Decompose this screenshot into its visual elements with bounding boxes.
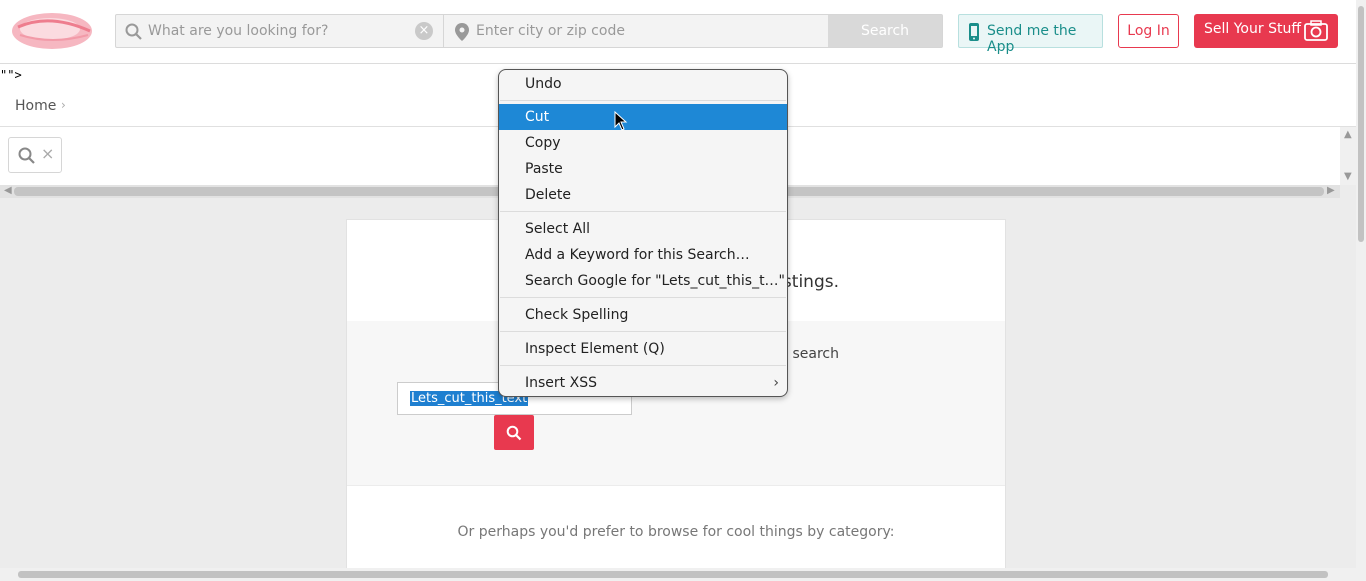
menu-label: Insert XSS — [525, 375, 597, 391]
search-bar: What are you looking for? × Enter city o… — [115, 14, 943, 48]
clear-icon[interactable]: × — [415, 22, 433, 40]
keyword-search-input[interactable]: What are you looking for? × — [116, 15, 444, 47]
menu-item-add-keyword[interactable]: Add a Keyword for this Search… — [499, 242, 787, 268]
scroll-right-icon[interactable]: ▶ — [1327, 185, 1335, 196]
retry-search-button[interactable] — [494, 415, 534, 450]
menu-item-search-google[interactable]: Search Google for "Lets_cut_this_t…" — [499, 268, 787, 294]
inner-vertical-scrollbar[interactable]: ▲ ▼ — [1340, 127, 1356, 185]
filter-search-box[interactable]: × — [8, 137, 62, 173]
login-button[interactable]: Log In — [1118, 14, 1179, 48]
menu-item-cut[interactable]: Cut — [499, 104, 787, 130]
context-menu: Undo Cut Copy Paste Delete Select All Ad… — [498, 69, 788, 397]
stray-text: ""> — [0, 68, 22, 82]
menu-separator — [500, 100, 786, 101]
logo-icon[interactable] — [10, 5, 94, 53]
sell-stuff-button[interactable]: Sell Your Stuff — [1194, 14, 1338, 48]
menu-label: Cut — [525, 109, 550, 125]
keyword-placeholder: What are you looking for? — [148, 23, 329, 39]
scroll-down-icon[interactable]: ▼ — [1344, 171, 1352, 182]
page-horizontal-scroll-thumb[interactable] — [18, 571, 1328, 578]
scroll-up-icon[interactable]: ▲ — [1344, 129, 1352, 140]
page-horizontal-scrollbar[interactable] — [0, 568, 1356, 581]
menu-separator — [500, 365, 786, 366]
search-icon — [125, 23, 142, 40]
menu-item-delete[interactable]: Delete — [499, 182, 787, 208]
menu-label: Undo — [525, 76, 562, 92]
page-vertical-scroll-thumb[interactable] — [1358, 6, 1364, 242]
search-icon — [506, 425, 522, 441]
menu-item-select-all[interactable]: Select All — [499, 216, 787, 242]
menu-item-paste[interactable]: Paste — [499, 156, 787, 182]
chevron-right-icon: › — [773, 375, 779, 391]
send-app-label: Send me the App — [987, 23, 1077, 55]
cursor-icon — [614, 111, 628, 131]
chevron-right-icon: › — [61, 98, 66, 112]
menu-label: Check Spelling — [525, 307, 629, 323]
menu-label: Inspect Element (Q) — [525, 341, 665, 357]
menu-item-copy[interactable]: Copy — [499, 130, 787, 156]
menu-item-undo[interactable]: Undo — [499, 71, 787, 97]
menu-separator — [500, 331, 786, 332]
phone-icon — [969, 23, 979, 41]
menu-separator — [500, 297, 786, 298]
menu-label: Add a Keyword for this Search… — [525, 247, 750, 263]
no-results-message: stings. — [782, 272, 839, 292]
send-app-button[interactable]: Send me the App — [958, 14, 1103, 55]
location-input[interactable]: Enter city or zip code — [444, 15, 829, 47]
location-pin-icon — [455, 23, 469, 41]
menu-label: Select All — [525, 221, 590, 237]
menu-label: Copy — [525, 135, 561, 151]
menu-item-insert-xss[interactable]: Insert XSS › — [499, 370, 787, 396]
camera-icon — [1304, 20, 1328, 41]
menu-label: Paste — [525, 161, 563, 177]
breadcrumb-home[interactable]: Home — [15, 98, 56, 114]
menu-label: Delete — [525, 187, 571, 203]
scroll-left-icon[interactable]: ◀ — [4, 185, 12, 196]
sell-stuff-label: Sell Your Stuff — [1204, 21, 1301, 37]
browse-categories-text: Or perhaps you'd prefer to browse for co… — [457, 524, 895, 540]
menu-item-check-spelling[interactable]: Check Spelling — [499, 302, 787, 328]
menu-label: Search Google for "Lets_cut_this_t…" — [525, 273, 785, 289]
menu-separator — [500, 211, 786, 212]
close-icon[interactable]: × — [41, 144, 54, 163]
menu-item-inspect-element[interactable]: Inspect Element (Q) — [499, 336, 787, 362]
search-icon — [18, 147, 35, 164]
site-header: What are you looking for? × Enter city o… — [0, 0, 1356, 64]
page-vertical-scrollbar[interactable] — [1356, 0, 1366, 581]
search-button[interactable]: Search — [828, 15, 942, 47]
location-placeholder: Enter city or zip code — [476, 23, 625, 39]
